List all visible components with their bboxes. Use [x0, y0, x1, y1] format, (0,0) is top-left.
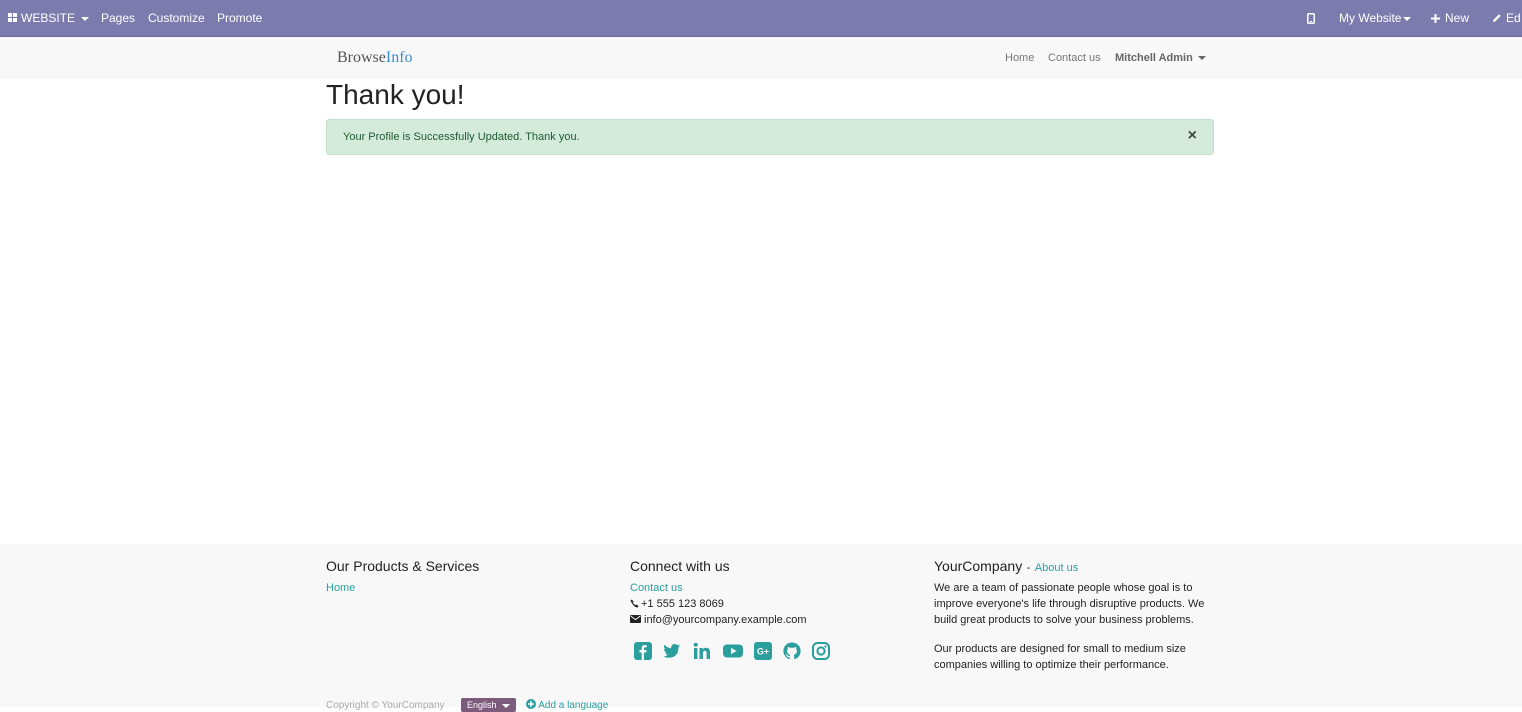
plus-circle-icon [526, 699, 536, 709]
mobile-preview-button[interactable] [1307, 0, 1315, 36]
heading-separator: - [1026, 562, 1031, 574]
copyright-text: Copyright © YourCompany [326, 700, 445, 711]
language-selector[interactable]: English [461, 698, 516, 712]
website-label: WEBSITE [21, 11, 76, 25]
add-language-link[interactable]: Add a language [526, 699, 608, 711]
brand-part1: Browse [337, 49, 386, 66]
svg-text:G+: G+ [757, 647, 769, 657]
email-address: info@yourcompany.example.com [644, 614, 807, 626]
language-label: English [467, 700, 497, 710]
edit-label: Ed [1506, 11, 1521, 25]
email-line: info@yourcompany.example.com [630, 614, 807, 626]
instagram-icon[interactable] [812, 642, 830, 660]
brand-part2: Info [385, 49, 413, 66]
my-website-dropdown[interactable]: My Website [1339, 0, 1412, 36]
chevron-down-icon [1197, 56, 1206, 61]
admin-bar: WEBSITE Pages Customize Promote My Websi… [0, 0, 1522, 37]
about-paragraph-2: Our products are designed for small to m… [934, 643, 1186, 671]
phone-number: +1 555 123 8069 [641, 598, 724, 610]
products-heading: Our Products & Services [326, 558, 480, 574]
user-name: Mitchell Admin [1115, 52, 1193, 64]
github-icon[interactable] [783, 642, 801, 660]
user-menu-dropdown[interactable]: Mitchell Admin [1115, 52, 1206, 64]
about-paragraph-1: We are a team of passionate people whose… [934, 582, 1205, 626]
promote-menu[interactable]: Promote [217, 0, 262, 36]
about-us-link[interactable]: About us [1035, 562, 1078, 574]
pages-menu[interactable]: Pages [101, 0, 135, 36]
google-plus-icon[interactable]: G+ [754, 642, 772, 660]
company-name: YourCompany [934, 558, 1023, 574]
site-header: BrowseInfo Home Contact us Mitchell Admi… [0, 37, 1522, 79]
facebook-icon[interactable] [634, 642, 652, 660]
youtube-icon[interactable] [723, 642, 743, 660]
phone-line: +1 555 123 8069 [630, 598, 724, 610]
page-title: Thank you! [326, 79, 465, 110]
apps-grid-icon [8, 13, 18, 23]
twitter-icon[interactable] [663, 642, 681, 660]
envelope-icon [630, 615, 641, 623]
chevron-down-icon [501, 703, 510, 708]
chevron-down-icon [1403, 16, 1412, 21]
add-language-label: Add a language [538, 700, 609, 711]
phone-icon [630, 599, 639, 608]
connect-heading: Connect with us [630, 558, 730, 574]
new-content-button[interactable]: New [1431, 0, 1469, 36]
my-website-label: My Website [1339, 11, 1402, 25]
brand-logo[interactable]: BrowseInfo [337, 49, 413, 67]
website-menu-button[interactable]: WEBSITE [8, 0, 90, 36]
nav-home-link[interactable]: Home [1005, 52, 1034, 64]
plus-icon [1431, 14, 1440, 23]
site-footer: Our Products & Services Home Connect wit… [0, 544, 1522, 712]
success-alert: Your Profile is Successfully Updated. Th… [326, 119, 1214, 155]
footer-contact-link[interactable]: Contact us [630, 582, 683, 594]
new-label: New [1445, 11, 1470, 25]
pencil-icon [1493, 14, 1501, 22]
footer-home-link[interactable]: Home [326, 582, 355, 594]
mobile-icon [1307, 13, 1315, 25]
close-icon[interactable]: × [1188, 127, 1197, 145]
about-heading: YourCompany - About us [934, 558, 1078, 576]
edit-button[interactable]: Ed [1492, 0, 1521, 36]
customize-menu[interactable]: Customize [148, 0, 205, 36]
linkedin-icon[interactable] [693, 642, 711, 660]
alert-message: Your Profile is Successfully Updated. Th… [343, 131, 580, 143]
chevron-down-icon [81, 16, 90, 21]
nav-contact-link[interactable]: Contact us [1048, 52, 1101, 64]
